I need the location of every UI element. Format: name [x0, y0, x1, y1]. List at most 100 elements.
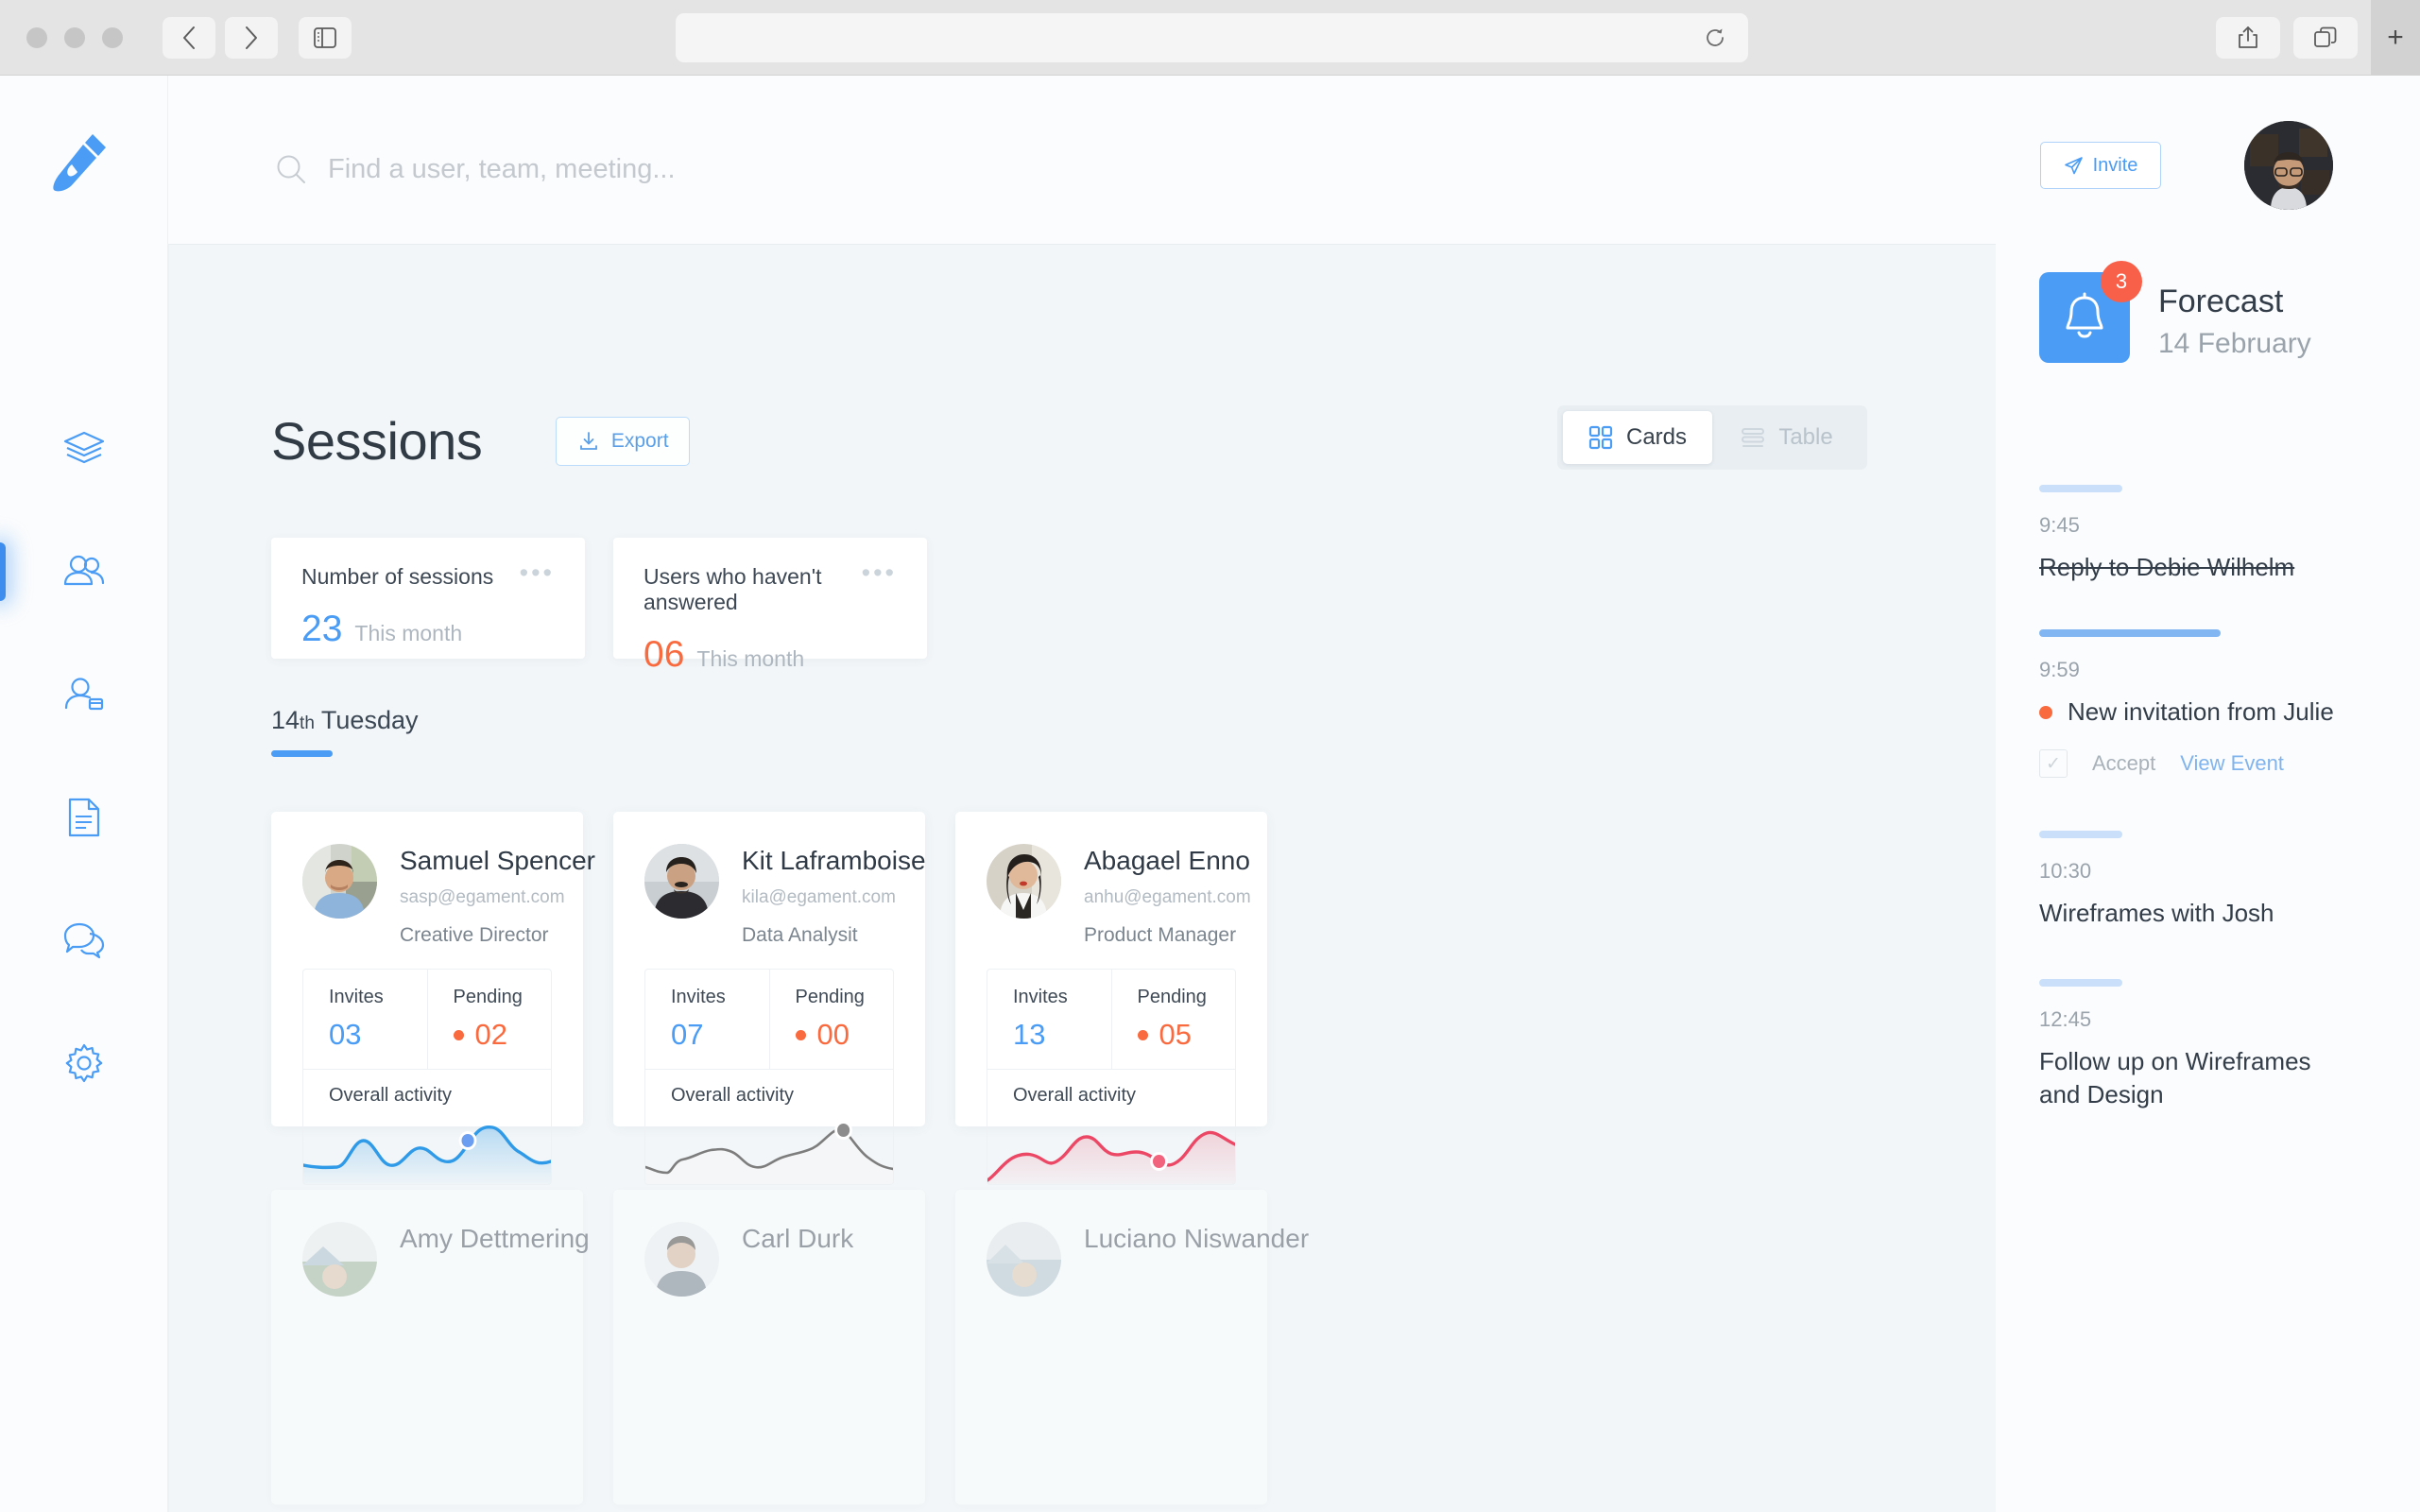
activity-label: Overall activity — [645, 1070, 893, 1107]
timeline-item[interactable]: 9:59 New invitation from Julie ✓ Accept … — [2039, 629, 2379, 778]
share-button[interactable] — [2216, 17, 2280, 59]
forecast-header: 3 Forecast 14 February — [2039, 272, 2311, 363]
timeline-item[interactable]: 9:45 Reply to Debie Wilhelm — [2039, 485, 2379, 584]
event-title: Follow up on Wireframes and Design — [2039, 1045, 2323, 1111]
user-card-icon — [62, 676, 106, 713]
stat-sub: This month — [354, 621, 462, 646]
sidebar-toggle-icon — [313, 26, 337, 50]
view-toggle: Cards Table — [1557, 405, 1867, 470]
chevron-left-icon — [181, 26, 197, 50]
date-suffix: th — [300, 713, 315, 733]
tabs-overview-button[interactable] — [2293, 17, 2358, 59]
browser-chrome: + — [0, 0, 2420, 76]
user-card[interactable]: Carl Durk — [613, 1190, 925, 1504]
user-name: Luciano Niswander — [1084, 1224, 1309, 1254]
stat-value: 23 — [301, 609, 342, 650]
forecast-timeline: 9:45 Reply to Debie Wilhelm 9:59 New inv… — [2039, 485, 2379, 1140]
invite-button[interactable]: Invite — [2040, 142, 2161, 189]
timeline-bar — [2039, 979, 2122, 987]
sidebar-item-layers[interactable] — [0, 387, 168, 510]
new-tab-button[interactable]: + — [2371, 0, 2420, 76]
sidebar-item-contacts[interactable] — [0, 633, 168, 756]
more-horizontal-icon[interactable]: ••• — [862, 564, 897, 582]
sidebar-item-team[interactable] — [0, 510, 168, 633]
minimize-window-button[interactable] — [64, 27, 85, 48]
avatar — [644, 844, 719, 919]
user-stats: Invites 13 Pending 05 Overall activi — [987, 969, 1236, 1185]
page-header: Sessions Export — [271, 410, 690, 472]
user-card[interactable]: Amy Dettmering — [271, 1190, 583, 1504]
tab-cards[interactable]: Cards — [1563, 411, 1712, 464]
active-indicator — [0, 542, 6, 601]
search-input[interactable] — [328, 154, 1046, 185]
stat-value: 06 — [644, 634, 684, 676]
accept-label[interactable]: Accept — [2092, 751, 2155, 776]
user-card[interactable]: Abagael Enno anhu@egament.com Product Ma… — [955, 812, 1267, 1126]
user-avatar[interactable] — [2244, 121, 2333, 210]
back-button[interactable] — [163, 17, 215, 59]
sidebar-item-settings[interactable] — [0, 1002, 168, 1125]
avatar — [302, 1222, 377, 1297]
rows-icon — [1741, 425, 1765, 450]
share-icon — [2236, 25, 2260, 51]
invites-value: 07 — [671, 1018, 769, 1052]
activity-label: Overall activity — [987, 1070, 1235, 1107]
accept-checkbox[interactable]: ✓ — [2039, 749, 2068, 778]
timeline-bar — [2039, 629, 2221, 637]
activity-chart: Overall activity — [645, 1069, 893, 1184]
sidebar-toggle-group — [299, 17, 352, 59]
timeline-bar — [2039, 485, 2122, 492]
download-icon — [577, 430, 600, 453]
user-name: Carl Durk — [742, 1224, 853, 1254]
invites-cell: Invites 03 — [303, 970, 427, 1069]
stat-card-unanswered[interactable]: Users who haven't answered ••• 06 This m… — [613, 538, 927, 659]
timeline-item[interactable]: 10:30 Wireframes with Josh — [2039, 831, 2379, 930]
app-shell: Invite Sessions — [0, 76, 2420, 1512]
user-name: Samuel Spencer — [400, 846, 595, 876]
maximize-window-button[interactable] — [102, 27, 123, 48]
forecast-title: Forecast — [2158, 284, 2311, 320]
bell-icon — [2060, 292, 2109, 343]
sidebar-item-documents[interactable] — [0, 756, 168, 879]
stat-card-sessions[interactable]: Number of sessions ••• 23 This month — [271, 538, 585, 659]
notifications-button[interactable]: 3 — [2039, 272, 2130, 363]
invite-label: Invite — [2093, 155, 2138, 177]
close-window-button[interactable] — [26, 27, 47, 48]
export-label: Export — [611, 430, 669, 453]
address-bar[interactable] — [676, 13, 1748, 62]
avatar — [987, 1222, 1061, 1297]
forward-button[interactable] — [225, 17, 278, 59]
event-time: 12:45 — [2039, 1007, 2379, 1032]
paper-plane-icon — [2064, 156, 2084, 176]
search-bar[interactable] — [275, 153, 1046, 185]
user-card[interactable]: Samuel Spencer sasp@egament.com Creative… — [271, 812, 583, 1126]
activity-label: Overall activity — [303, 1070, 551, 1107]
stat-label: Number of sessions — [301, 564, 493, 590]
reload-icon[interactable] — [1703, 26, 1727, 50]
user-email: kila@egament.com — [742, 887, 926, 908]
user-email: sasp@egament.com — [400, 887, 595, 908]
avatar — [987, 844, 1061, 919]
avatar — [644, 1222, 719, 1297]
sparkline-chart — [645, 1110, 893, 1184]
view-event-link[interactable]: View Event — [2180, 751, 2284, 776]
pen-nib-logo[interactable] — [51, 130, 112, 197]
export-button[interactable]: Export — [556, 417, 690, 466]
search-icon — [275, 153, 307, 185]
timeline-item[interactable]: 12:45 Follow up on Wireframes and Design — [2039, 979, 2379, 1111]
sidebar-toggle-button[interactable] — [299, 17, 352, 59]
user-card[interactable]: Kit Laframboise kila@egament.com Data An… — [613, 812, 925, 1126]
sparkline-chart — [303, 1110, 551, 1184]
user-card[interactable]: Luciano Niswander — [955, 1190, 1267, 1504]
date-day: 14 — [271, 706, 300, 734]
event-actions: ✓ Accept View Event — [2039, 749, 2379, 778]
more-horizontal-icon[interactable]: ••• — [520, 564, 555, 582]
tab-table[interactable]: Table — [1712, 411, 1862, 464]
date-divider: 14th Tuesday — [271, 706, 418, 757]
page-title: Sessions — [271, 410, 482, 472]
pending-label: Pending — [1138, 987, 1236, 1008]
chevron-right-icon — [244, 26, 259, 50]
sidebar-item-messages[interactable] — [0, 879, 168, 1002]
user-role: Data Analysit — [742, 924, 926, 947]
invites-label: Invites — [329, 987, 427, 1008]
